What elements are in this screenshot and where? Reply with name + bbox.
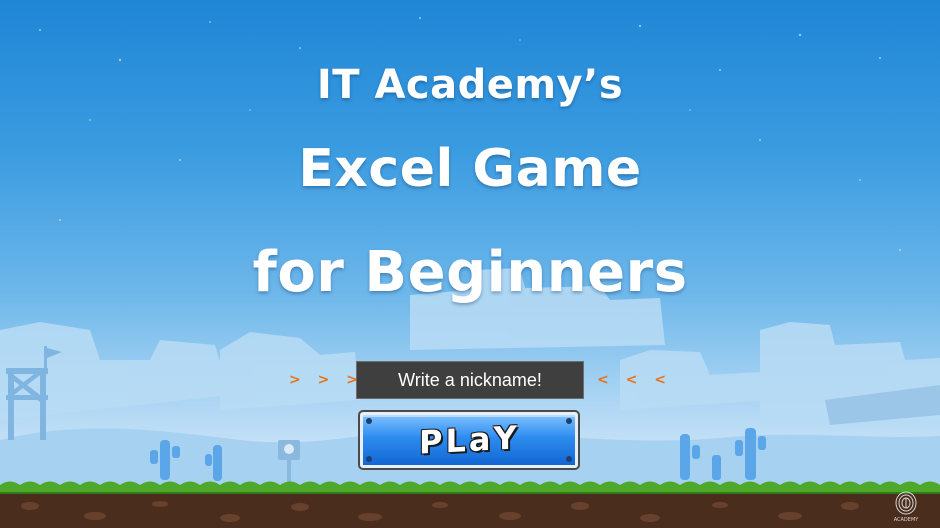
nickname-input[interactable] <box>356 361 584 399</box>
academy-logo: ACADEMY <box>894 491 920 523</box>
title-line-1: IT Academy’s <box>316 62 624 108</box>
play-button[interactable]: PLaY <box>358 410 580 470</box>
svg-text:ACADEMY: ACADEMY <box>894 517 920 523</box>
game-start-screen: IT Academy’s Excel Game for Beginners > … <box>0 0 940 528</box>
play-button-label: PLaY <box>418 418 520 462</box>
right-arrows: < < < <box>597 372 672 388</box>
bolt-icon <box>566 456 572 462</box>
bolt-icon <box>366 418 372 424</box>
bolt-icon <box>366 456 372 462</box>
left-arrows: > > > <box>289 372 364 388</box>
bolt-icon <box>566 418 572 424</box>
soil-ground <box>0 494 940 528</box>
title-line-2: Excel Game <box>298 139 642 199</box>
title-line-3: for Beginners <box>252 240 688 305</box>
